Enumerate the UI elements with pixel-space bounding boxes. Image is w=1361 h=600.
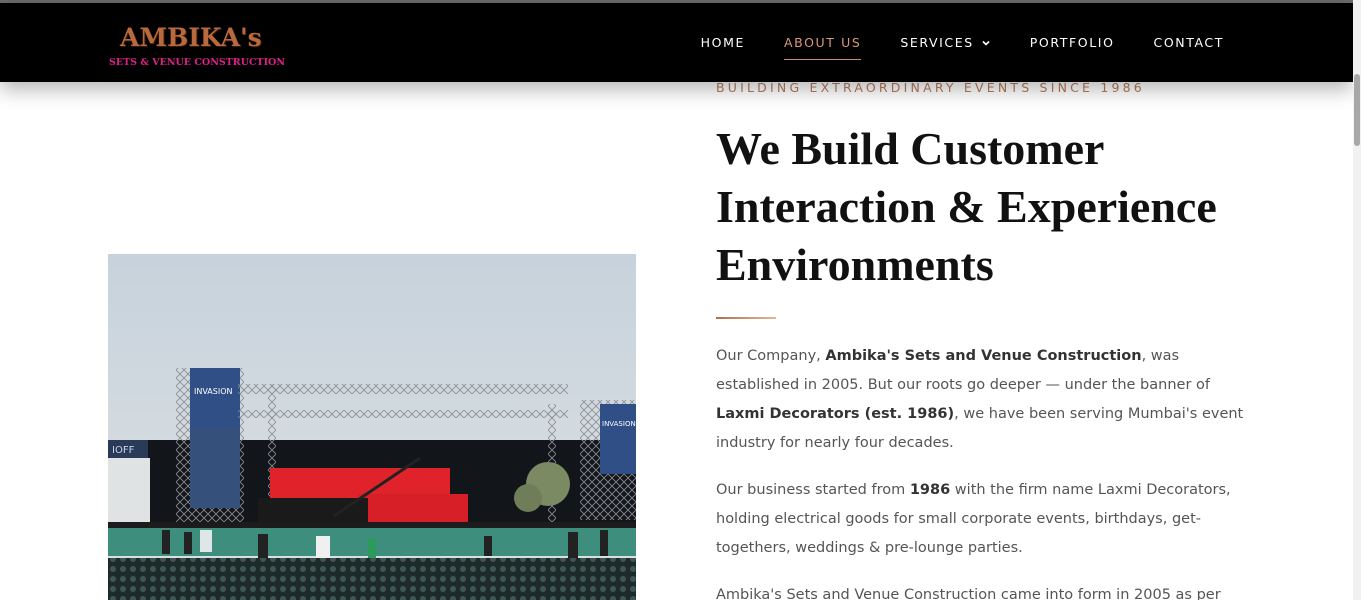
right-banner-text: INVASION: [602, 420, 636, 428]
nav-contact[interactable]: CONTACT: [1154, 3, 1224, 82]
nav-contact-label: CONTACT: [1153, 35, 1224, 50]
nav-portfolio-label: PORTFOLIO: [1029, 35, 1115, 50]
page-scrollbar[interactable]: [1353, 0, 1361, 600]
left-banner-text: INVASION: [194, 387, 233, 396]
side-sign-text: IOFF: [112, 445, 135, 456]
nav-about-us[interactable]: ABOUT US: [783, 3, 862, 82]
p2-bold-year: 1986: [909, 482, 951, 498]
about-eyebrow: BUILDING EXTRAORDINARY EVENTS SINCE 1986: [716, 80, 1145, 95]
p2-text-1: Our business started from: [716, 482, 910, 498]
nav-services-label: SERVICES: [900, 35, 974, 50]
nav-home-label: HOME: [700, 35, 745, 50]
headline-divider: [716, 317, 776, 319]
chevron-down-icon: [982, 40, 990, 46]
p1-text-1: Our Company,: [716, 348, 826, 364]
about-headline: We Build Customer Interaction & Experien…: [716, 123, 1217, 290]
logo-wordmark: AMBIKA's: [120, 23, 262, 52]
p1-bold-laxmi: Laxmi Decorators (est. 1986): [716, 406, 955, 422]
nav-services[interactable]: SERVICES: [900, 3, 990, 82]
nav-home[interactable]: HOME: [701, 3, 745, 82]
logo-tagline: SETS & VENUE CONSTRUCTION: [109, 57, 286, 68]
event-stage-photo: IOFF INVASION INVASION: [108, 254, 636, 600]
scrollbar-thumb[interactable]: [1354, 74, 1360, 146]
main-nav: HOME ABOUT US SERVICES PORTFOLIO CONTACT: [662, 3, 1224, 82]
site-logo[interactable]: AMBIKA's SETS & VENUE CONSTRUCTION: [108, 17, 285, 71]
about-paragraph-1: Our Company, Ambika's Sets and Venue Con…: [716, 342, 1246, 458]
p3-text-1: Ambika's Sets and Venue Construction cam…: [716, 587, 1221, 600]
nav-about-us-label: ABOUT US: [783, 35, 862, 50]
about-paragraph-3: Ambika's Sets and Venue Construction cam…: [716, 581, 1246, 600]
site-header: AMBIKA's SETS & VENUE CONSTRUCTION HOME …: [0, 3, 1353, 82]
about-paragraph-2: Our business started from 1986 with the …: [716, 476, 1246, 563]
nav-portfolio[interactable]: PORTFOLIO: [1030, 3, 1115, 82]
p1-bold-company: Ambika's Sets and Venue Construction: [825, 348, 1142, 364]
